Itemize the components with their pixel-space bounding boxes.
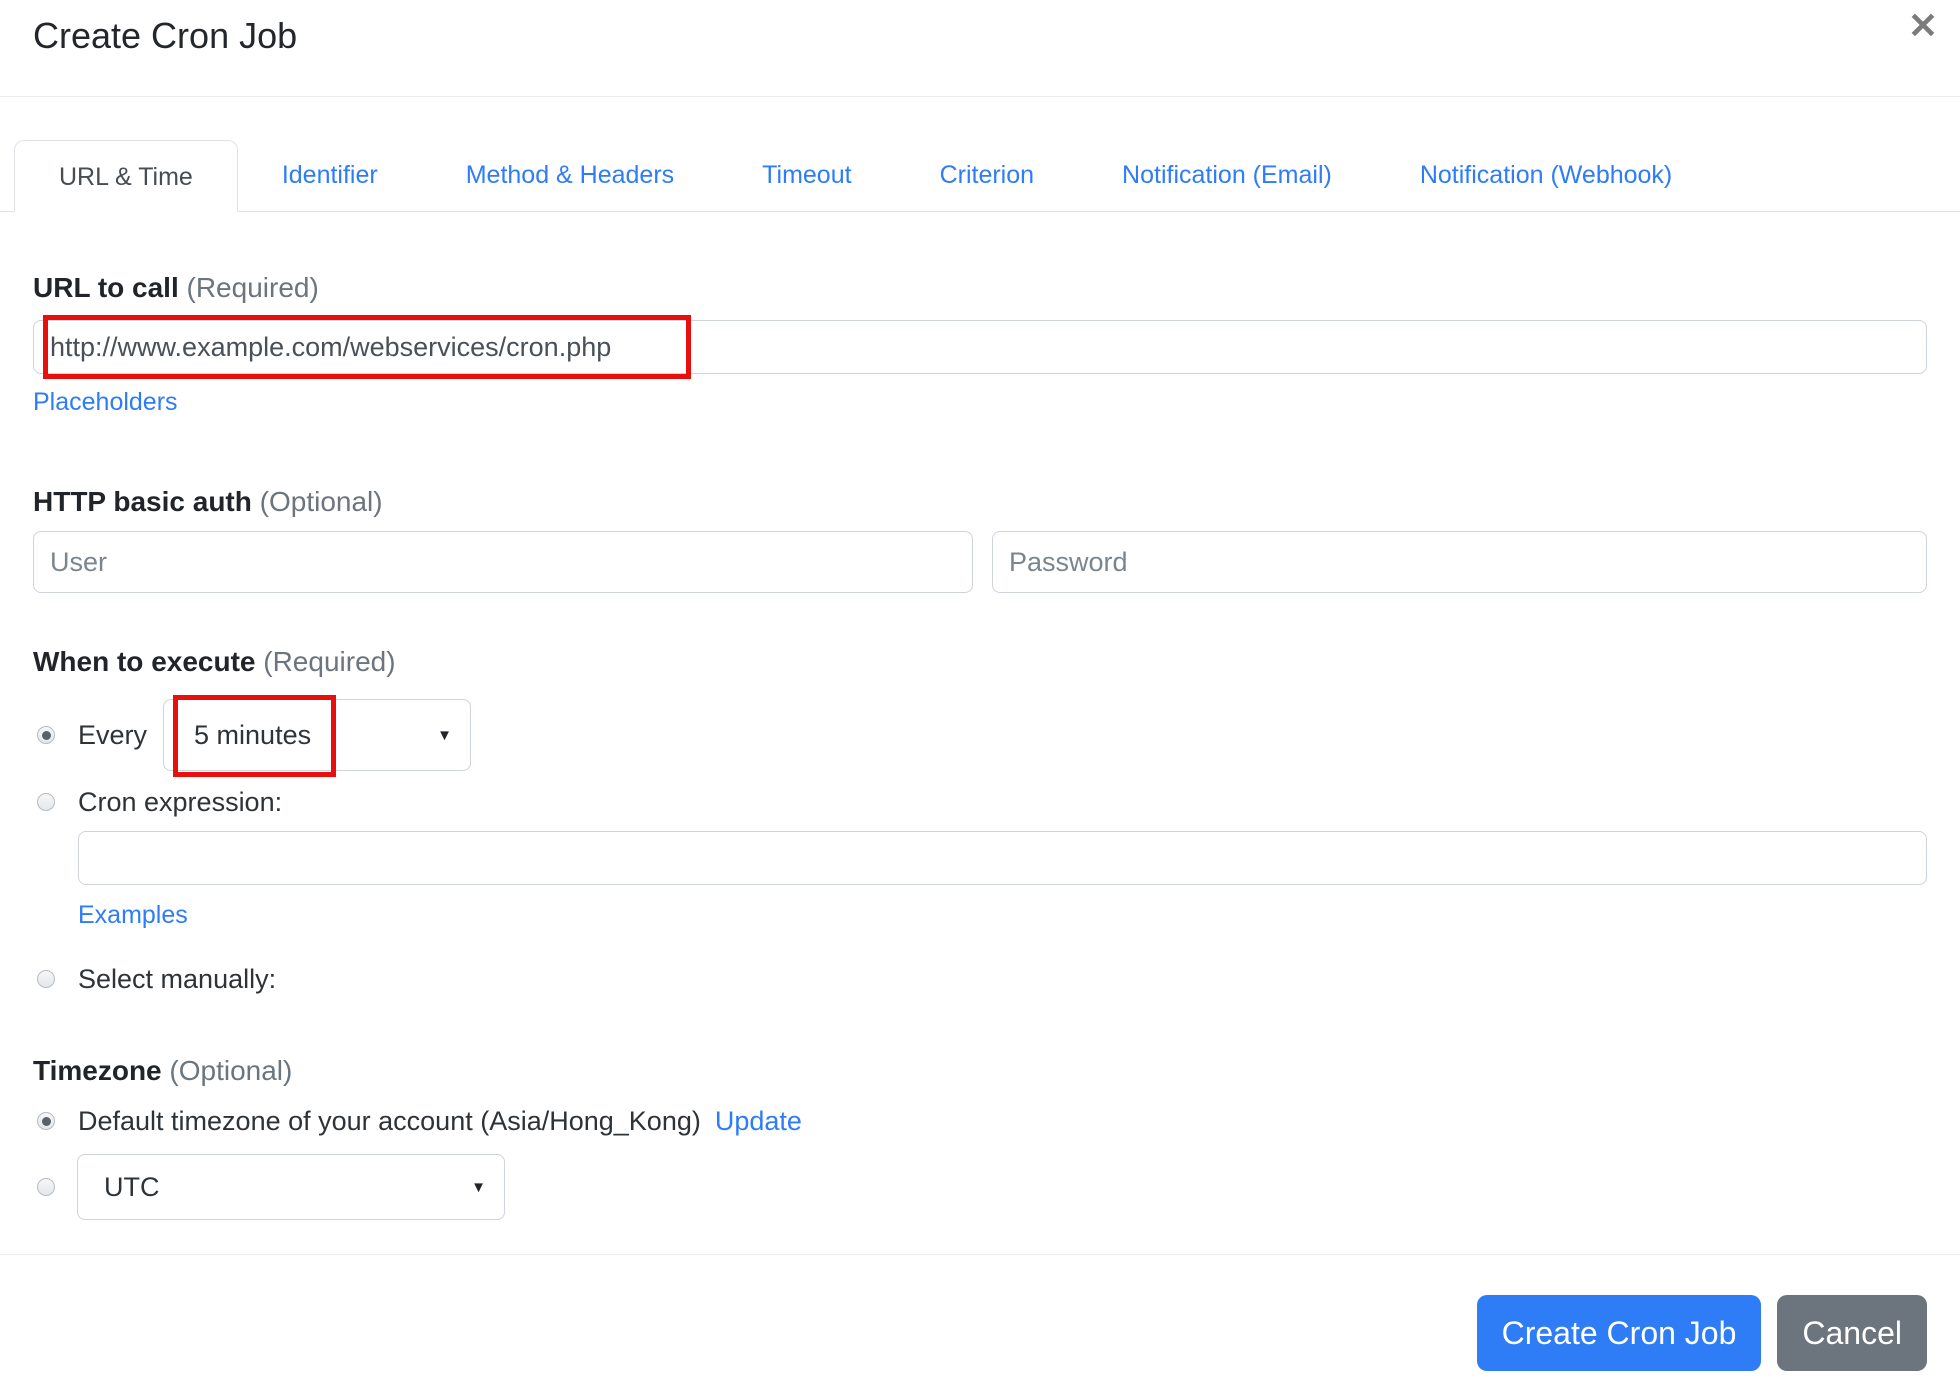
tab-notification-webhook[interactable]: Notification (Webhook) bbox=[1376, 139, 1716, 211]
cancel-button[interactable]: Cancel bbox=[1777, 1295, 1927, 1371]
url-input[interactable] bbox=[33, 320, 1927, 374]
timezone-label-text: Timezone bbox=[33, 1055, 162, 1086]
tab-method-headers[interactable]: Method & Headers bbox=[422, 139, 718, 211]
url-section-label: URL to call (Required) bbox=[33, 271, 1927, 305]
timezone-optional-text: (Optional) bbox=[169, 1055, 293, 1086]
cron-expression-input[interactable] bbox=[78, 831, 1927, 885]
timezone-section-label: Timezone (Optional) bbox=[33, 1054, 1927, 1088]
every-interval-select[interactable]: 5 minutes ▼ bbox=[163, 695, 472, 777]
auth-optional-text: (Optional) bbox=[259, 486, 383, 517]
auth-user-input[interactable] bbox=[33, 531, 973, 593]
auth-label-text: HTTP basic auth bbox=[33, 486, 252, 517]
every-interval-value: 5 minutes bbox=[194, 719, 312, 750]
timezone-default-row: Default timezone of your account (Asia/H… bbox=[37, 1104, 1927, 1138]
timezone-select[interactable]: UTC ▼ bbox=[77, 1154, 505, 1220]
manual-option-row: Select manually: bbox=[37, 962, 1927, 996]
create-cron-job-dialog: Create Cron Job ✕ URL & Time Identifier … bbox=[0, 0, 1960, 1371]
schedule-section-label: When to execute (Required) bbox=[33, 645, 1927, 679]
cron-label: Cron expression: bbox=[78, 786, 283, 817]
tab-criterion[interactable]: Criterion bbox=[896, 139, 1078, 211]
every-option-row: Every 5 minutes ▼ bbox=[37, 695, 1927, 777]
tab-timeout[interactable]: Timeout bbox=[718, 139, 895, 211]
create-cron-job-button[interactable]: Create Cron Job bbox=[1476, 1295, 1762, 1371]
timezone-utc-row: UTC ▼ bbox=[37, 1154, 1927, 1220]
cron-radio[interactable] bbox=[37, 793, 55, 811]
tab-notification-email[interactable]: Notification (Email) bbox=[1078, 139, 1376, 211]
manual-label: Select manually: bbox=[78, 963, 277, 994]
timezone-default-label: Default timezone of your account (Asia/H… bbox=[78, 1105, 701, 1136]
tab-url-time[interactable]: URL & Time bbox=[14, 140, 238, 212]
auth-section-label: HTTP basic auth (Optional) bbox=[33, 485, 1927, 519]
timezone-utc-radio[interactable] bbox=[37, 1178, 55, 1196]
placeholders-link[interactable]: Placeholders bbox=[33, 388, 178, 417]
timezone-update-link[interactable]: Update bbox=[715, 1106, 802, 1137]
auth-inputs-row bbox=[33, 531, 1927, 593]
timezone-select-value: UTC bbox=[104, 1171, 160, 1202]
dialog-header: Create Cron Job ✕ bbox=[0, 0, 1960, 97]
every-label: Every bbox=[78, 719, 148, 750]
caret-down-icon: ▼ bbox=[471, 1178, 486, 1196]
examples-link[interactable]: Examples bbox=[78, 901, 188, 930]
schedule-label-text: When to execute bbox=[33, 646, 256, 677]
tab-panel-url-time: URL to call (Required) Placeholders HTTP… bbox=[0, 271, 1960, 1220]
manual-radio[interactable] bbox=[37, 970, 55, 988]
url-label-text: URL to call bbox=[33, 272, 179, 303]
every-radio[interactable] bbox=[37, 726, 55, 744]
tab-identifier[interactable]: Identifier bbox=[238, 139, 422, 211]
tab-bar: URL & Time Identifier Method & Headers T… bbox=[0, 139, 1960, 212]
cron-option-row: Cron expression: bbox=[37, 785, 1927, 819]
dialog-title: Create Cron Job bbox=[33, 15, 298, 56]
close-icon[interactable]: ✕ bbox=[1900, 2, 1946, 50]
schedule-required-text: (Required) bbox=[263, 646, 396, 677]
url-required-text: (Required) bbox=[186, 272, 319, 303]
url-input-wrap bbox=[33, 315, 1927, 379]
timezone-default-radio[interactable] bbox=[37, 1112, 55, 1130]
auth-password-input[interactable] bbox=[992, 531, 1927, 593]
caret-down-icon: ▼ bbox=[437, 726, 453, 744]
dialog-footer: Create Cron Job Cancel bbox=[0, 1254, 1960, 1371]
